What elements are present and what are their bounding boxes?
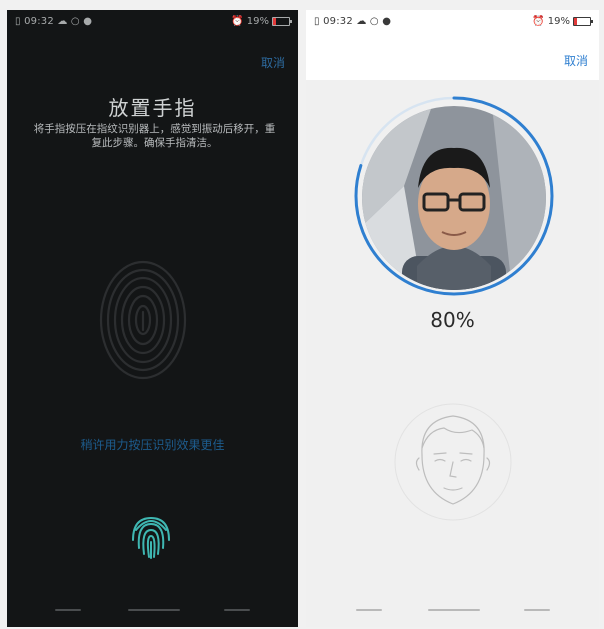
status-time: ▯ 09:32 ☁ ○ ●: [15, 16, 93, 27]
shield-icon: ●: [83, 16, 93, 27]
alarm-icon: ⏰: [231, 16, 244, 27]
shield-icon: ●: [382, 16, 392, 27]
status-bar: ▯ 09:32 ☁ ○ ● ⏰ 19%: [306, 10, 599, 32]
status-battery: ⏰ 19%: [532, 16, 593, 27]
face-photo-image: [362, 106, 546, 290]
fingerprint-sensor-icon[interactable]: [128, 510, 174, 560]
face-screen: ▯ 09:32 ☁ ○ ● ⏰ 19% 取消 80%: [306, 10, 599, 627]
alarm-icon: ⏰: [532, 16, 545, 27]
hint-text: 稍许用力按压识别效果更佳: [80, 438, 225, 452]
nav-back-line[interactable]: [356, 609, 382, 611]
sim-icon: ▯: [314, 16, 320, 27]
battery-level: [273, 18, 277, 25]
nav-recent-line[interactable]: [524, 609, 550, 611]
circle-icon: ○: [369, 16, 379, 27]
instruction-text: 将手指按压在指纹识别器上，感觉到振动后移开，重复此步骤。确保手指清洁。: [33, 123, 276, 149]
nav-recent-line[interactable]: [224, 609, 250, 611]
navigation-bar: [7, 607, 298, 627]
progress-percentage: 80%: [430, 308, 475, 332]
sim-icon: ▯: [15, 16, 21, 27]
header-bar: [306, 32, 599, 80]
nav-back-line[interactable]: [55, 609, 81, 611]
cancel-button[interactable]: 取消: [564, 52, 588, 69]
navigation-bar: [306, 607, 599, 627]
nav-home-line[interactable]: [428, 609, 480, 611]
fingerprint-icon: [99, 260, 187, 380]
cancel-button[interactable]: 取消: [261, 54, 285, 71]
cloud-icon: ☁: [356, 16, 367, 27]
battery-icon: [573, 17, 593, 26]
page-title: 放置手指: [108, 96, 197, 120]
fingerprint-screen: ▯ 09:32 ☁ ○ ● ⏰ 19% 取消 放置手指 将手指按压在指纹识别器上…: [7, 10, 298, 627]
cloud-icon: ☁: [57, 16, 68, 27]
nav-home-line[interactable]: [128, 609, 180, 611]
face-preview: [362, 106, 546, 290]
circle-icon: ○: [70, 16, 80, 27]
status-bar: ▯ 09:32 ☁ ○ ● ⏰ 19%: [7, 10, 298, 32]
status-battery: ⏰ 19%: [231, 16, 292, 27]
status-time: ▯ 09:32 ☁ ○ ●: [314, 16, 392, 27]
face-outline-icon: [394, 403, 512, 521]
battery-level: [574, 18, 578, 25]
battery-icon: [272, 17, 292, 26]
